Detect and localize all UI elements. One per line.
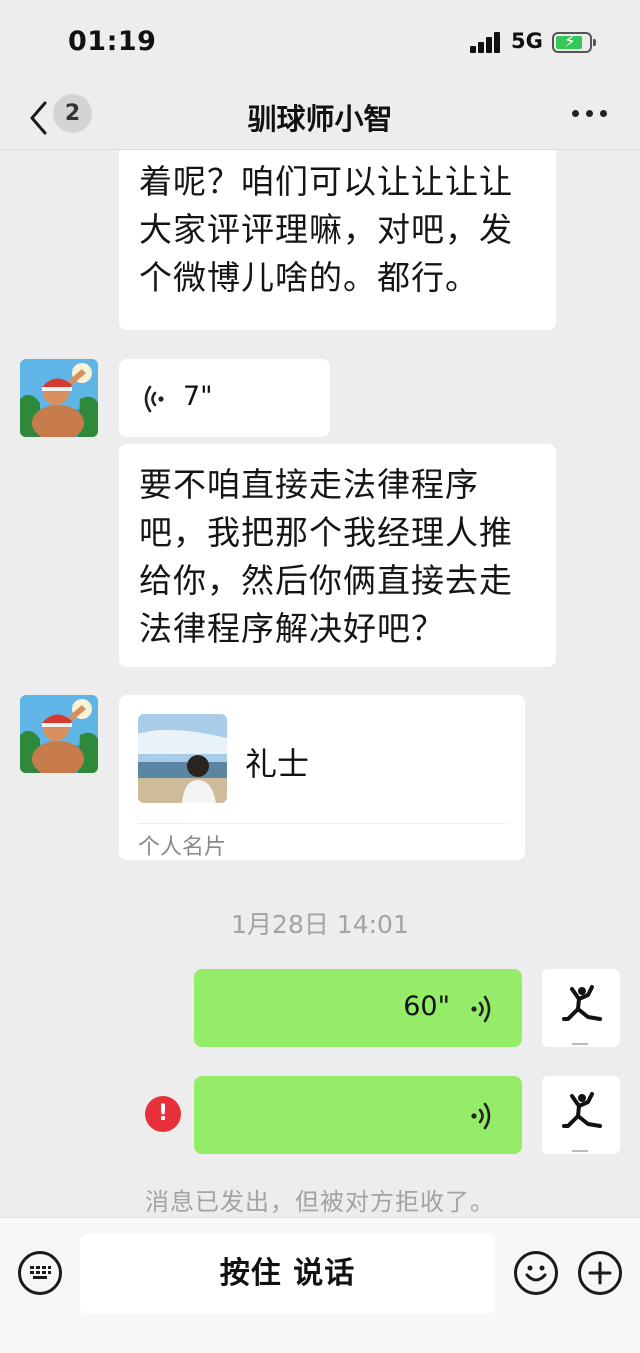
card-type-label: 个人名片: [138, 835, 227, 860]
message-line: 需要退个款呢，还是怎么: [139, 150, 513, 158]
jumpman-logo-icon: [562, 985, 602, 1045]
contact-card-message[interactable]: 礼士 个人名片: [119, 695, 525, 860]
send-failed-icon[interactable]: !: [145, 1096, 181, 1132]
keyboard-toggle-icon[interactable]: [18, 1251, 62, 1295]
contact-avatar[interactable]: [20, 359, 98, 437]
add-more-icon[interactable]: [578, 1251, 622, 1295]
my-avatar[interactable]: [542, 969, 620, 1047]
message-line: 吧，我把那个我经理人推: [139, 513, 513, 552]
message-line: 给你，然后你俩直接去走: [139, 561, 513, 600]
network-type: 5G: [511, 29, 543, 53]
message-line: 法律程序解决好吧？: [139, 609, 445, 648]
my-avatar[interactable]: [542, 1076, 620, 1154]
message-line: 个微博儿啥的。都行。: [139, 258, 479, 297]
chat-title: 驯球师小智: [247, 102, 393, 136]
outgoing-voice-message[interactable]: [194, 1076, 522, 1154]
card-divider: [138, 823, 506, 824]
emoji-icon[interactable]: [514, 1251, 558, 1295]
card-contact-name: 礼士: [245, 745, 310, 783]
message-list[interactable]: 需要退个款呢，还是怎么 着呢？咱们可以让让让让 大家评评理嘛，对吧，发 个微博儿…: [0, 150, 640, 1217]
status-bar: 01:19 5G ⚡: [0, 0, 640, 88]
jumpman-logo-icon: [562, 1092, 602, 1152]
chat-header: 2 驯球师小智: [0, 88, 640, 150]
voice-duration: 60": [403, 991, 450, 1022]
message-line: 大家评评理嘛，对吧，发: [139, 210, 513, 249]
voice-wave-icon: [471, 1102, 491, 1130]
voice-duration: 7": [183, 381, 213, 412]
signal-icon: [470, 31, 502, 53]
incoming-text-message[interactable]: 要不咱直接走法律程序 吧，我把那个我经理人推 给你，然后你俩直接去走 法律程序解…: [119, 444, 556, 667]
input-bar: 按住 说话: [0, 1217, 640, 1353]
card-photo: [138, 714, 227, 803]
hold-to-talk-button[interactable]: 按住 说话: [80, 1234, 495, 1314]
message-line: 要不咱直接走法律程序: [139, 465, 479, 504]
battery-icon: ⚡: [552, 32, 596, 53]
status-time: 01:19: [68, 26, 157, 57]
timestamp-separator: 1月28日 14:01: [231, 910, 409, 939]
voice-wave-icon: [144, 385, 164, 413]
outgoing-voice-message[interactable]: 60": [194, 969, 522, 1047]
contact-avatar[interactable]: [20, 695, 98, 773]
more-options-icon[interactable]: [572, 110, 608, 118]
system-notice: 消息已发出，但被对方拒收了。: [145, 1188, 495, 1216]
voice-wave-icon: [471, 995, 491, 1023]
message-line: 着呢？咱们可以让让让让: [139, 162, 513, 201]
incoming-voice-message[interactable]: 7": [119, 359, 330, 437]
incoming-text-message[interactable]: 需要退个款呢，还是怎么 着呢？咱们可以让让让让 大家评评理嘛，对吧，发 个微博儿…: [119, 150, 556, 330]
